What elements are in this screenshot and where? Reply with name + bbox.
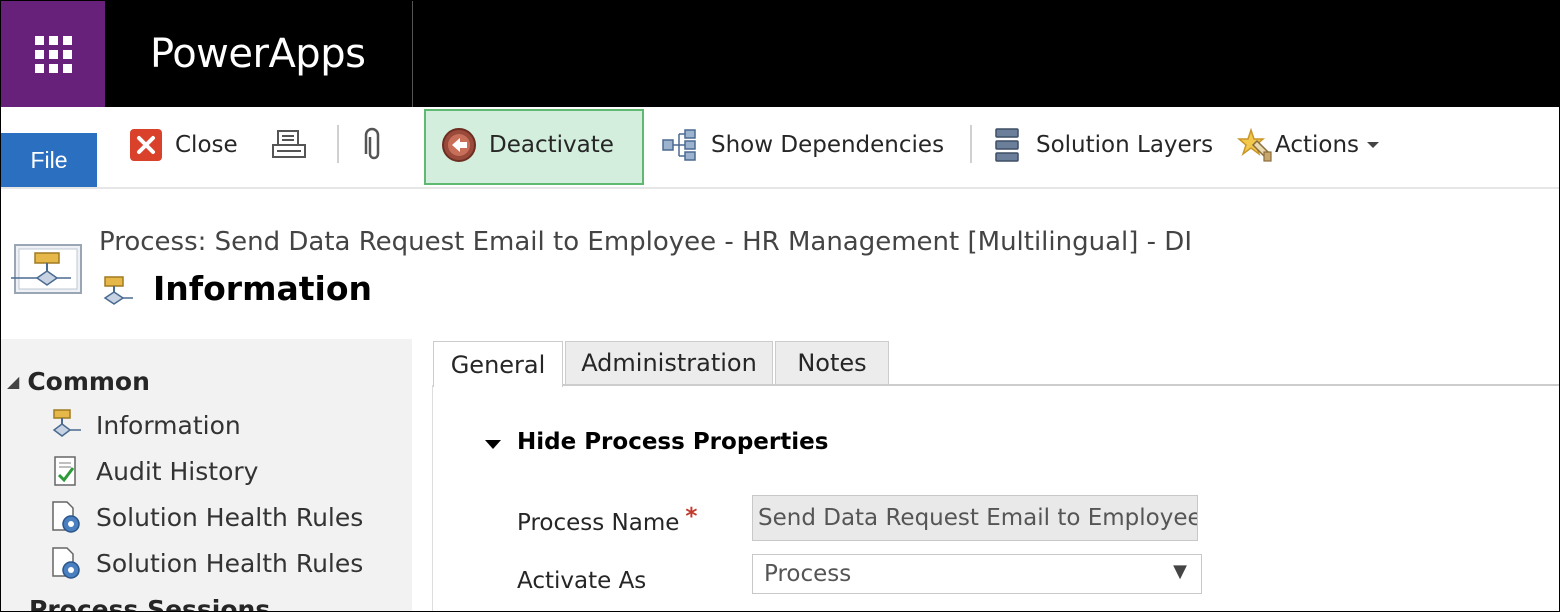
file-button[interactable]: File: [1, 133, 97, 187]
actions-menu-button[interactable]: Actions: [1237, 107, 1381, 183]
app-launcher-button[interactable]: [1, 1, 105, 107]
layers-icon: [995, 128, 1019, 162]
waffle-icon: [34, 35, 72, 73]
process-name-field[interactable]: Send Data Request Email to Employee - HR…: [752, 495, 1198, 541]
print-icon: [272, 130, 306, 158]
nav-group-label: Common: [27, 367, 150, 396]
activate-as-label: Activate As: [517, 568, 647, 594]
nav-group-common[interactable]: ◢ Common: [7, 367, 150, 396]
attach-button[interactable]: [361, 107, 387, 183]
solution-layers-button[interactable]: Solution Layers: [993, 107, 1213, 183]
show-dependencies-label: Show Dependencies: [711, 132, 945, 158]
show-dependencies-button[interactable]: Show Dependencies: [661, 107, 944, 183]
required-marker: *: [685, 504, 698, 530]
close-icon: [130, 129, 162, 161]
nav-item-label: Information: [96, 410, 241, 440]
process-icon: [52, 409, 81, 437]
dropdown-caret-icon: [1367, 142, 1380, 148]
deactivate-icon: [442, 128, 476, 162]
nav-item-label: Solution Health Rules: [96, 548, 364, 578]
app-window: PowerApps File Close Deactivate Show Dep…: [0, 0, 1560, 612]
nav-item-information[interactable]: Information: [49, 405, 241, 445]
paperclip-icon: [364, 127, 380, 160]
hide-process-properties-toggle[interactable]: Hide Process Properties: [485, 429, 828, 455]
content-border: [432, 385, 433, 611]
health-rules-icon: [52, 547, 80, 579]
actions-label: Actions: [1275, 132, 1360, 158]
toolbar-separator: [337, 125, 339, 163]
health-rules-icon: [52, 501, 80, 533]
close-label: Close: [175, 132, 238, 158]
top-bar-divider: [412, 1, 413, 107]
nav-item-audit-history[interactable]: Audit History: [49, 451, 258, 491]
audit-history-icon: [54, 456, 76, 486]
collapse-triangle-icon: [485, 439, 501, 449]
tab-notes[interactable]: Notes: [775, 341, 889, 385]
activate-as-value: Process: [764, 561, 852, 587]
solution-layers-label: Solution Layers: [1036, 132, 1214, 158]
top-bar: PowerApps: [1, 1, 1559, 107]
nav-item-solution-health-rules[interactable]: Solution Health Rules: [49, 497, 363, 537]
actions-icon: [1237, 127, 1272, 162]
nav-item-label: Solution Health Rules: [96, 502, 364, 532]
process-entity-icon: [11, 244, 82, 294]
tab-administration[interactable]: Administration: [565, 341, 773, 385]
collapse-triangle-icon: ◢: [7, 372, 20, 391]
toolbar-separator: [970, 125, 972, 163]
nav-item-solution-health-rules[interactable]: Solution Health Rules: [49, 543, 363, 583]
form-title: Information: [153, 269, 372, 308]
process-icon: [103, 276, 133, 305]
process-title: Process: Send Data Request Email to Empl…: [99, 227, 1192, 257]
command-bar: File Close Deactivate Show Dependencies …: [1, 107, 1559, 189]
app-title: PowerApps: [150, 31, 366, 77]
deactivate-button[interactable]: Deactivate: [441, 107, 614, 183]
process-name-label-text: Process Name: [517, 510, 680, 536]
deactivate-label: Deactivate: [489, 132, 614, 158]
activate-as-select[interactable]: Process ▼: [752, 554, 1202, 594]
print-button[interactable]: [271, 107, 307, 183]
section-label: Hide Process Properties: [517, 429, 829, 455]
nav-item-label: Audit History: [96, 456, 259, 486]
dropdown-arrow-icon: ▼: [1173, 561, 1187, 582]
dependencies-icon: [662, 129, 696, 161]
tab-general[interactable]: General: [433, 341, 563, 387]
close-button[interactable]: Close: [129, 107, 238, 183]
left-nav: ◢ Common Information Audit History Solut…: [1, 339, 412, 611]
process-name-label: Process Name *: [517, 504, 697, 536]
nav-group-process-sessions[interactable]: Process Sessions: [29, 595, 270, 611]
